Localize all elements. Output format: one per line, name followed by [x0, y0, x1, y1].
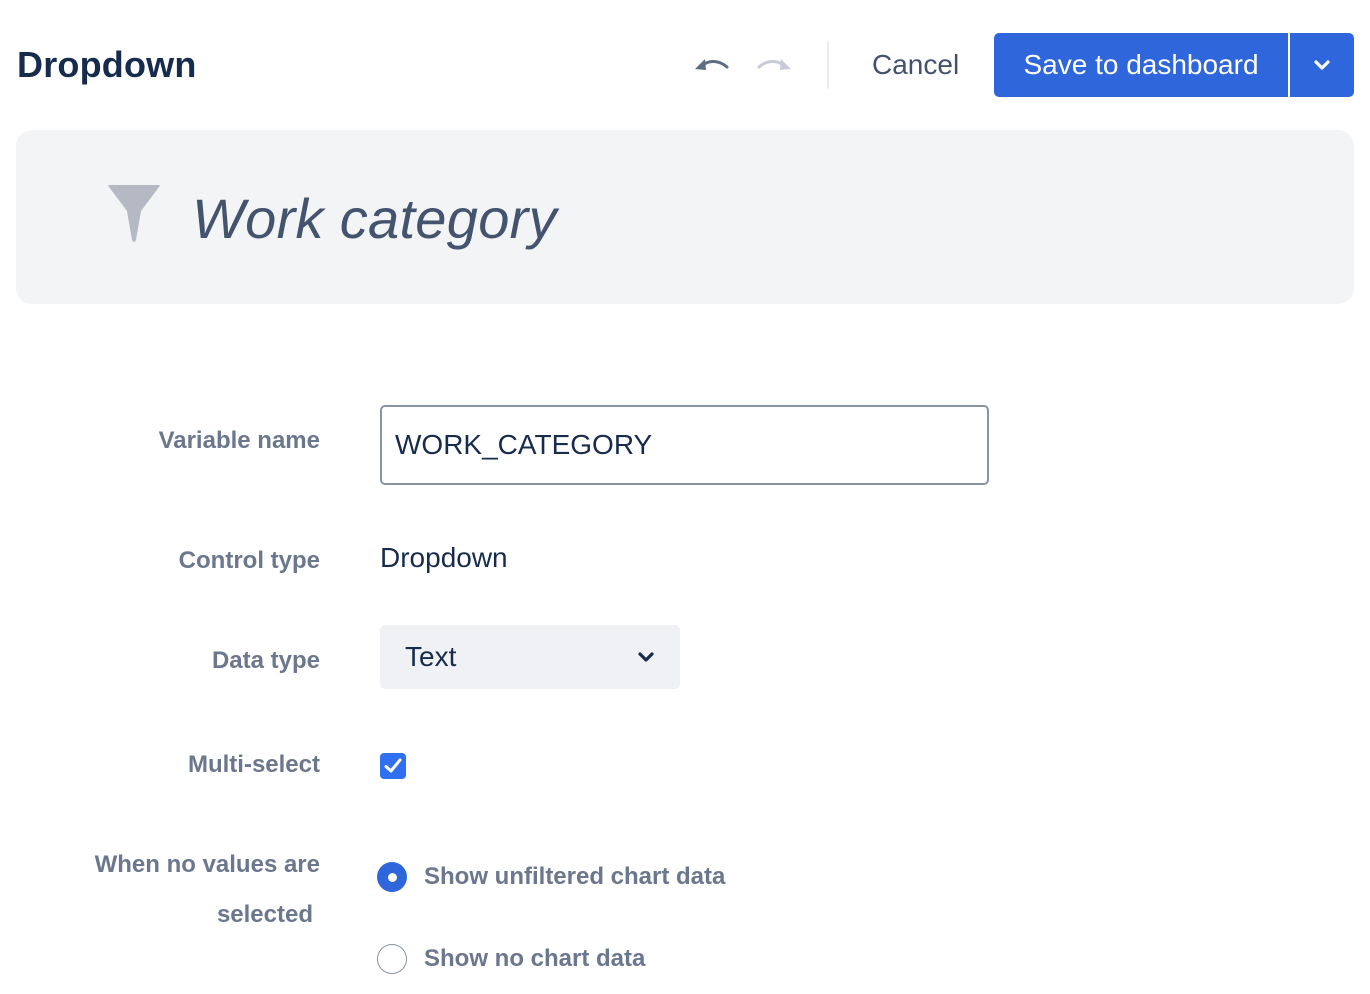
- radio-show-unfiltered[interactable]: Show unfiltered chart data: [377, 862, 725, 892]
- data-type-label: Data type: [211, 647, 320, 674]
- radio-button-checked[interactable]: [377, 862, 407, 892]
- no-values-label-line2: selected: [216, 901, 313, 928]
- save-button-group: Save to dashboard: [994, 33, 1354, 97]
- variable-name-input[interactable]: [380, 405, 989, 485]
- undo-button[interactable]: [691, 50, 731, 82]
- header-bar: Dropdown Cancel Save to dashboard: [0, 0, 1370, 130]
- control-type-label: Control type: [178, 547, 320, 574]
- save-to-dashboard-button[interactable]: Save to dashboard: [994, 33, 1288, 97]
- save-options-dropdown-button[interactable]: [1290, 33, 1354, 97]
- data-type-selected-value: Text: [405, 641, 457, 672]
- redo-arrow-icon: [757, 59, 791, 70]
- variable-name-label: Variable name: [158, 427, 320, 454]
- filter-funnel-icon: [108, 185, 160, 242]
- radio-label: Show no chart data: [424, 945, 646, 972]
- control-title[interactable]: Work category: [192, 186, 557, 251]
- page-title: Dropdown: [17, 44, 197, 85]
- toolbar-divider: [827, 41, 829, 89]
- multi-select-checkbox[interactable]: [380, 753, 406, 779]
- radio-button-unchecked[interactable]: [377, 944, 407, 974]
- cancel-button[interactable]: Cancel: [860, 40, 971, 90]
- undo-arrow-icon: [695, 59, 729, 70]
- chevron-down-icon: [1314, 60, 1330, 70]
- checkmark-icon: [384, 758, 402, 773]
- chevron-down-icon: [638, 652, 654, 662]
- control-title-banner: Work category: [16, 130, 1354, 304]
- multi-select-label: Multi-select: [187, 751, 320, 778]
- radio-show-no-data[interactable]: Show no chart data: [377, 944, 645, 974]
- control-type-value: Dropdown: [380, 542, 508, 573]
- radio-label: Show unfiltered chart data: [424, 863, 726, 890]
- redo-button[interactable]: [755, 50, 795, 82]
- data-type-select[interactable]: Text: [380, 625, 680, 689]
